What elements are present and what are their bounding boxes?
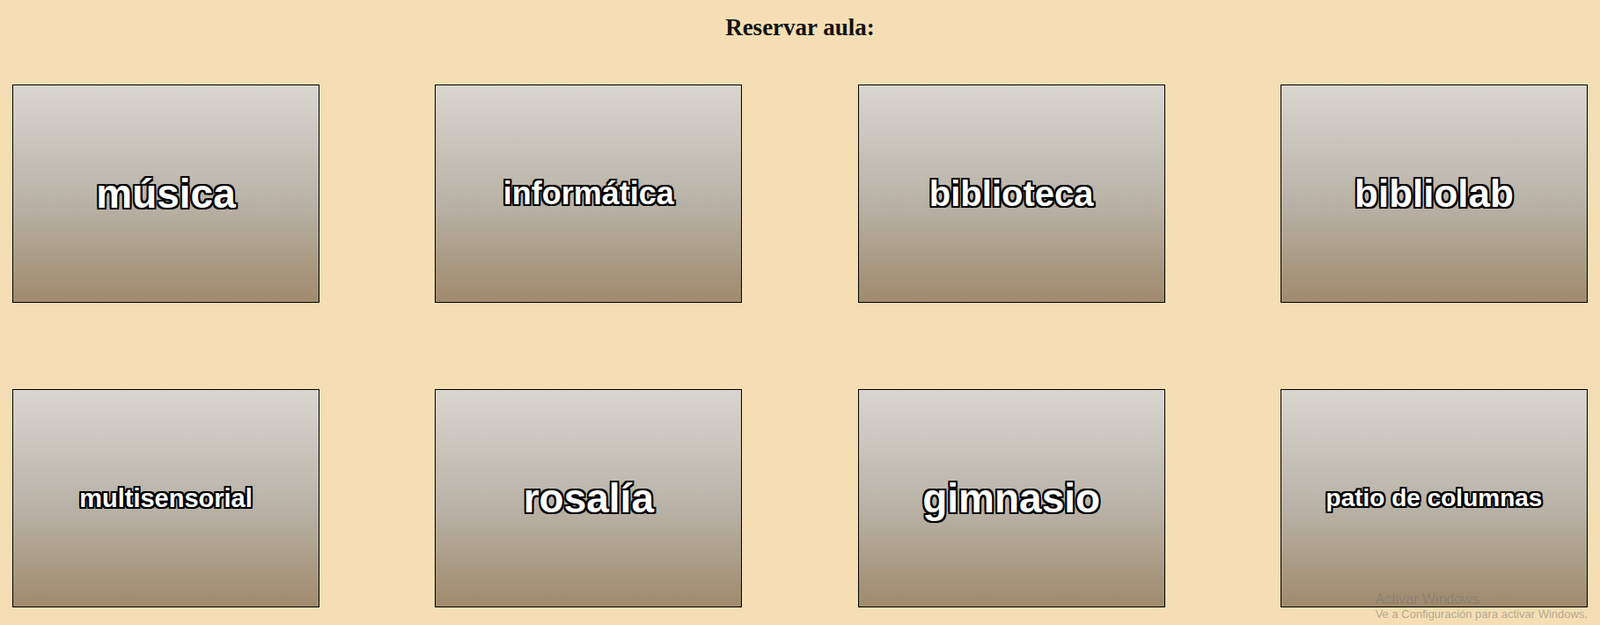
room-card[interactable]: música [12,84,320,303]
room-card[interactable]: informática [434,84,742,303]
watermark-subtitle: Ve a Configuración para activar Windows. [1375,607,1588,622]
activation-watermark: Activar WindowsVe a Configuración para a… [1375,591,1588,622]
room-label: gimnasio [922,477,1101,520]
page-title: Reservar aula: [0,12,1600,43]
room-card[interactable]: multisensorial [12,388,320,608]
room-label: informática [503,176,675,211]
room-label: biblioteca [929,175,1094,213]
room-card[interactable]: gimnasio [858,388,1166,608]
room-card[interactable]: patio de columnas [1280,388,1588,608]
room-label: patio de columnas [1326,484,1543,511]
room-label: multisensorial [79,484,253,512]
room-card[interactable]: rosalía [434,388,742,608]
room-label: rosalía [523,477,654,520]
room-grid: música informática biblioteca bibliolab mult… [0,84,1600,608]
room-label: música [95,172,236,215]
room-card[interactable]: bibliolab [1280,84,1588,303]
watermark-title: Activar Windows [1375,591,1588,608]
room-card[interactable]: biblioteca [858,84,1166,303]
room-label: bibliolab [1354,173,1514,214]
page: Reservar aula: música informática bibliotec… [0,0,1600,625]
